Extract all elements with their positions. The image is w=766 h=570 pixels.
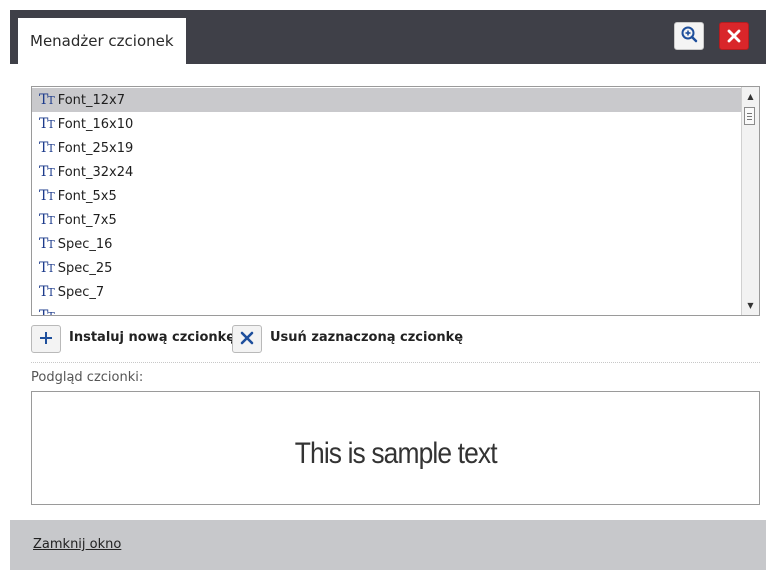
font-tt-icon: TT	[39, 164, 55, 180]
font-name: Font_12x7	[57, 92, 125, 108]
font-tt-icon: TT	[39, 236, 55, 252]
font-list-item[interactable]: TT Spec_25	[32, 256, 743, 280]
scroll-up-arrow-icon[interactable]: ▲	[742, 89, 759, 104]
font-list-item[interactable]: TT Font_32x24	[32, 160, 743, 184]
font-name: Font_32x24	[57, 164, 134, 180]
font-tt-icon: TT	[39, 188, 55, 204]
window-title: Menadżer czcionek	[30, 32, 174, 50]
font-list-item[interactable]: TT Font_25x19	[32, 136, 743, 160]
font-list-item[interactable]: TT	[32, 304, 743, 316]
scroll-down-arrow-icon[interactable]: ▼	[742, 298, 759, 313]
font-name: Spec_25	[57, 260, 113, 276]
font-list-item[interactable]: TT Font_5x5	[32, 184, 743, 208]
footer-bar	[10, 520, 766, 570]
divider	[31, 362, 760, 363]
font-list[interactable]: TT Font_12x7 TT Font_16x10 TT Font_25x19 TT Fon…	[31, 86, 760, 316]
close-window-button[interactable]	[719, 22, 749, 50]
close-icon	[727, 24, 741, 48]
font-preview-box: This is sample text	[31, 391, 760, 505]
font-name: Font_16x10	[57, 116, 134, 132]
font-tt-icon: TT	[39, 92, 55, 108]
x-icon	[240, 330, 254, 349]
font-name: Spec_7	[57, 284, 105, 300]
install-font-label[interactable]: Instaluj nową czcionkę	[69, 330, 235, 345]
font-list-item[interactable]: TT Font_12x7	[32, 88, 743, 112]
preview-sample-text: This is sample text	[294, 437, 498, 470]
zoom-in-icon	[680, 25, 698, 47]
font-list-item[interactable]: TT Font_16x10	[32, 112, 743, 136]
zoom-button[interactable]	[674, 22, 704, 50]
font-list-item[interactable]: TT Spec_7	[32, 280, 743, 304]
preview-label: Podgląd czcionki:	[31, 370, 144, 385]
font-name: Spec_16	[57, 236, 113, 252]
font-tt-icon: TT	[39, 284, 55, 300]
window-title-tab: Menadżer czcionek	[18, 18, 186, 64]
install-font-button[interactable]	[31, 325, 61, 353]
font-list-item[interactable]: TT Font_7x5	[32, 208, 743, 232]
font-tt-icon: TT	[39, 116, 55, 132]
remove-font-button[interactable]	[232, 325, 262, 353]
font-name: Font_25x19	[57, 140, 134, 156]
font-list-scrollbar[interactable]: ▲ ▼	[741, 87, 759, 315]
font-name: Font_5x5	[57, 188, 117, 204]
plus-icon	[39, 330, 53, 349]
font-name: Font_7x5	[57, 212, 117, 228]
font-list-item[interactable]: TT Spec_16	[32, 232, 743, 256]
font-tt-icon: TT	[39, 260, 55, 276]
font-tt-icon: TT	[39, 212, 55, 228]
close-window-link[interactable]: Zamknij okno	[33, 537, 121, 552]
font-tt-icon: TT	[39, 140, 55, 156]
scrollbar-thumb[interactable]	[744, 107, 755, 125]
remove-font-label[interactable]: Usuń zaznaczoną czcionkę	[270, 330, 463, 345]
font-tt-icon: TT	[39, 308, 55, 316]
